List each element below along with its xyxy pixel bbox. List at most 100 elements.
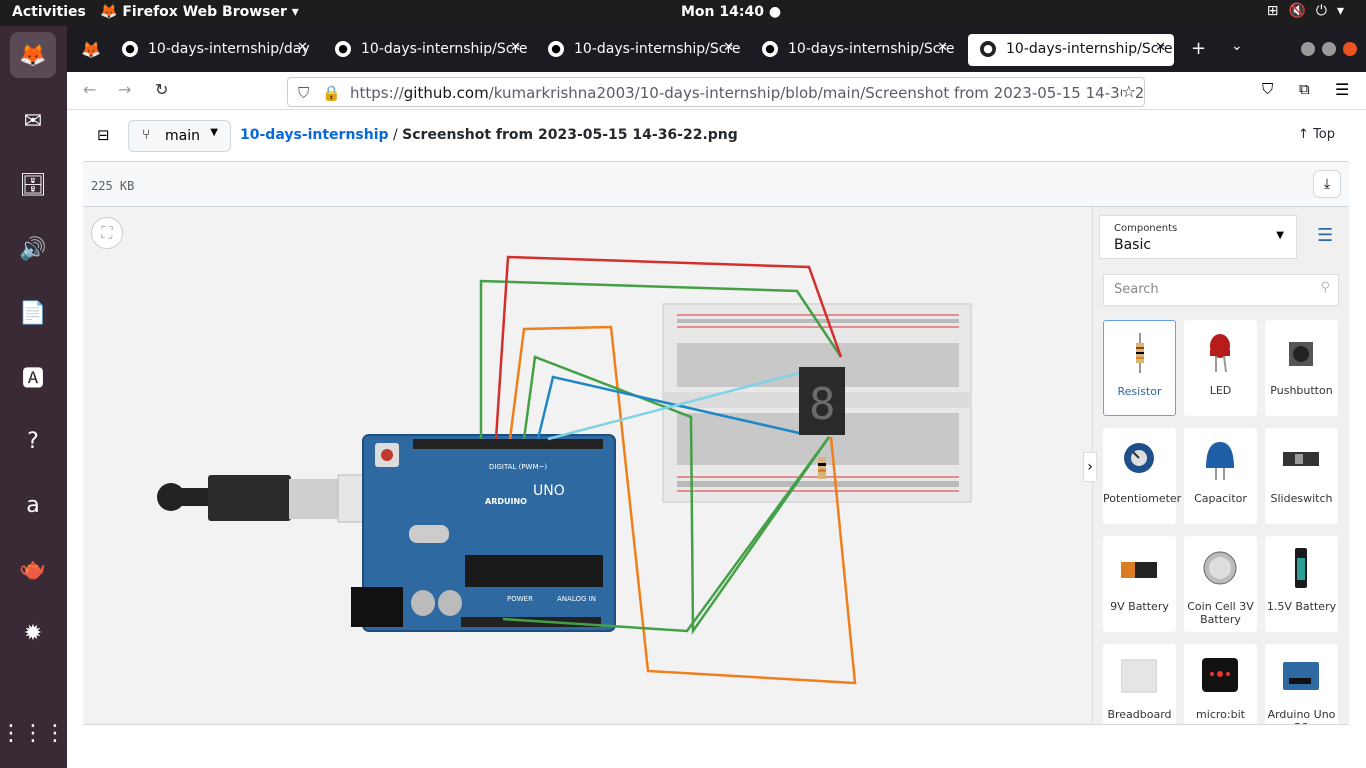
slideswitch-icon — [1283, 452, 1319, 466]
tab-title: 10-days-internship/Scre — [361, 41, 528, 57]
components-dropdown-value: Basic — [1114, 237, 1152, 253]
led-icon — [1210, 334, 1230, 372]
close-icon[interactable]: ✕ — [510, 40, 521, 55]
list-tabs-icon[interactable]: ⌄ — [1231, 38, 1243, 54]
firefox-view-icon[interactable]: 🦊 — [81, 40, 101, 59]
top-bar: Activities 🦊 Firefox Web Browser ▾ Mon 1… — [0, 0, 1366, 26]
component-potentiometer[interactable]: Potentiometer — [1103, 428, 1182, 524]
tab-5-active[interactable]: ● 10-days-internship/Scre ✕ — [968, 34, 1174, 66]
branch-selector[interactable]: ⑂ main ▼ — [128, 120, 231, 152]
mine-icon[interactable]: ✹ — [10, 610, 56, 656]
extensions-icon[interactable]: ⧉ — [1299, 80, 1310, 98]
list-view-icon[interactable]: ☰ — [1317, 225, 1333, 246]
bookmark-star-icon[interactable]: ☆ — [1121, 82, 1136, 101]
lock-icon: 🔒 — [322, 84, 341, 102]
arduino-uno-icon — [1283, 662, 1319, 690]
component-label: Arduino Uno R3 — [1267, 708, 1336, 724]
minimize-icon[interactable] — [1301, 42, 1315, 56]
tab-1[interactable]: ● 10-days-internship/day ✕ — [110, 34, 316, 66]
maximize-icon[interactable] — [1322, 42, 1336, 56]
close-icon[interactable]: ✕ — [723, 40, 734, 55]
component-microbit[interactable]: micro:bit — [1184, 644, 1257, 724]
component-resistor[interactable]: Resistor — [1103, 320, 1176, 416]
system-tray[interactable]: ⊞🔇⏻▾ — [1267, 3, 1354, 19]
software-icon[interactable]: 🅰 — [10, 354, 56, 400]
component-label: 1.5V Battery — [1266, 600, 1337, 613]
branch-icon: ⑂ — [142, 127, 151, 143]
tab-2[interactable]: ● 10-days-internship/Scre ✕ — [323, 34, 529, 66]
component-capacitor[interactable]: Capacitor — [1184, 428, 1257, 524]
teapot-icon[interactable]: 🫖 — [10, 546, 56, 592]
window-close-icon[interactable] — [1343, 42, 1357, 56]
tab-3[interactable]: ● 10-days-internship/Scre ✕ — [536, 34, 742, 66]
network-icon: ⊞ — [1266, 3, 1289, 19]
thunderbird-icon[interactable]: ✉ — [10, 98, 56, 144]
component-label: Capacitor — [1194, 492, 1247, 505]
breadcrumb: 10-days-internship / Screenshot from 202… — [240, 127, 738, 143]
rhythmbox-icon[interactable]: 🔊 — [10, 226, 56, 272]
firefox-icon[interactable]: 🦊 — [10, 32, 56, 78]
file-tree-toggle-icon[interactable]: ⊟ — [97, 126, 110, 144]
component-9v-battery[interactable]: 9V Battery — [1103, 536, 1176, 632]
components-dropdown[interactable]: Components Basic ▼ — [1099, 215, 1297, 259]
download-button[interactable]: ⤓ — [1313, 170, 1341, 198]
pocket-icon[interactable]: ⛉ — [1262, 80, 1273, 98]
writer-icon[interactable]: 📄 — [10, 290, 56, 336]
search-placeholder: Search — [1114, 282, 1159, 297]
close-icon[interactable]: ✕ — [297, 40, 308, 55]
tab-4[interactable]: ● 10-days-internship/Scre ✕ — [750, 34, 956, 66]
activities-button[interactable]: Activities — [12, 4, 86, 20]
forward-icon[interactable]: → — [118, 80, 131, 99]
component-label: LED — [1209, 384, 1232, 397]
back-icon[interactable]: ← — [83, 80, 96, 99]
seven-segment-digit: 8 — [809, 379, 836, 430]
potentiometer-icon — [1124, 443, 1154, 473]
files-icon[interactable]: 🗄 — [10, 162, 56, 208]
clock[interactable]: Mon 14:40 ● — [681, 4, 781, 20]
components-panel: Components Basic ▼ ☰ Search ⚲ Resistor L… — [1092, 207, 1349, 724]
reload-icon[interactable]: ↻ — [155, 80, 168, 99]
tab-title: 10-days-internship/day — [148, 41, 310, 57]
component-label: Resistor — [1117, 385, 1162, 398]
firefox-window: 🦊 ● 10-days-internship/day ✕ ● 10-days-inte… — [67, 26, 1366, 768]
collapse-panel-icon[interactable]: › — [1083, 452, 1097, 482]
branch-label: main — [165, 128, 200, 144]
volume-icon: 🔇 — [1288, 3, 1316, 19]
url-bar[interactable]: ⛉ 🔒 https://github.com/kumarkrishna2003/… — [287, 77, 1145, 107]
component-coin-cell[interactable]: Coin Cell 3V Battery — [1184, 536, 1257, 632]
component-label: Pushbutton — [1270, 384, 1333, 397]
battery-aa-icon — [1295, 548, 1307, 588]
download-icon: ⤓ — [1323, 176, 1331, 192]
pushbutton-icon — [1289, 342, 1313, 366]
component-label: Slideswitch — [1270, 492, 1333, 505]
app-menu[interactable]: 🦊 Firefox Web Browser ▾ — [100, 4, 299, 20]
component-slideswitch[interactable]: Slideswitch — [1265, 428, 1338, 524]
menu-icon[interactable]: ☰ — [1335, 80, 1349, 99]
arduino-model: UNO — [533, 483, 565, 499]
repo-link[interactable]: 10-days-internship — [240, 127, 389, 143]
component-arduino-uno[interactable]: Arduino Uno R3 — [1265, 644, 1338, 724]
components-dropdown-header: Components — [1114, 223, 1178, 234]
url-path: /kumarkrishna2003/10-days-internship/blo… — [488, 84, 1145, 102]
help-icon[interactable]: ? — [10, 418, 56, 464]
component-breadboard[interactable]: Breadboard — [1103, 644, 1176, 724]
arduino-power-label: POWER — [507, 595, 533, 603]
arduino-brand: ARDUINO — [485, 497, 527, 506]
url-host: github.com — [403, 84, 489, 102]
component-label: Potentiometer — [1103, 492, 1182, 505]
new-tab-icon[interactable]: + — [1191, 38, 1206, 59]
close-icon[interactable]: ✕ — [1155, 40, 1166, 55]
component-led[interactable]: LED — [1184, 320, 1257, 416]
app-grid-icon[interactable]: ⋮⋮⋮ — [0, 710, 66, 756]
battery-9v-icon — [1121, 562, 1157, 578]
file-meta: 225 KB ⤓ — [83, 162, 1349, 207]
component-1-5v-battery[interactable]: 1.5V Battery — [1265, 536, 1338, 632]
microbit-icon — [1202, 658, 1238, 692]
close-icon[interactable]: ✕ — [937, 40, 948, 55]
arduino-analog-label: ANALOG IN — [557, 595, 596, 603]
component-pushbutton[interactable]: Pushbutton — [1265, 320, 1338, 416]
components-search-input[interactable]: Search ⚲ — [1103, 274, 1339, 306]
amazon-icon[interactable]: a — [10, 482, 56, 528]
resistor-icon — [1136, 333, 1144, 373]
top-button[interactable]: ↑ Top — [1298, 127, 1335, 142]
